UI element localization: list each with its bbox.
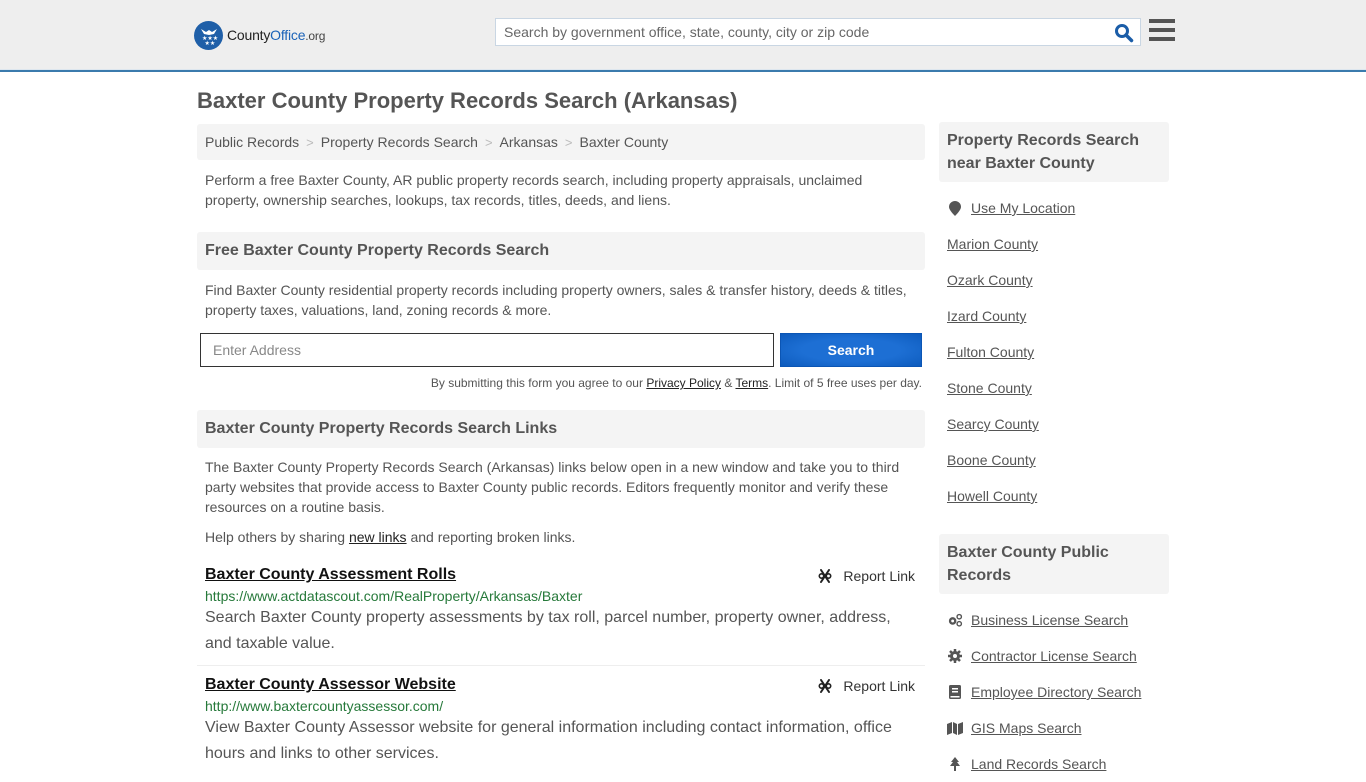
tree-icon [947,756,963,772]
breadcrumb-baxter-county[interactable]: Baxter County [579,134,668,150]
broken-link-icon [818,679,832,693]
gear-icon [947,648,963,664]
resource-link-url: https://www.actdatascout.com/RealPropert… [205,588,583,604]
intro-text: Perform a free Baxter County, AR public … [205,172,863,208]
public-record-item: Contractor License Search [947,638,1161,674]
links-section-heading: Baxter County Property Records Search Li… [197,410,925,448]
public-records-list: Business License Search Contractor Licen… [939,602,1169,782]
cogs-icon [947,612,963,628]
nearby-county-item: Marion County [947,226,1161,262]
report-link-label: Report Link [843,568,915,584]
use-my-location-link[interactable]: Use My Location [971,200,1075,216]
help-suffix: and reporting broken links. [406,529,576,545]
hamburger-menu-icon[interactable] [1149,19,1175,43]
nearby-county-link[interactable]: Izard County [947,308,1026,324]
logo-part-org: .org [305,29,326,43]
help-prefix: Help others by sharing [205,529,349,545]
terms-link[interactable]: Terms [735,376,768,390]
breadcrumb: Public Records > Property Records Search… [197,124,925,160]
disclaimer-prefix: By submitting this form you agree to our [430,376,647,390]
resource-link-item: Baxter County Assessment Rolls Report Li… [197,566,925,665]
breadcrumb-separator: > [564,134,573,150]
contractor-license-search-link[interactable]: Contractor License Search [971,648,1137,664]
eagle-stars-icon: ★★★ ★★ [194,20,223,50]
nearby-county-link[interactable]: Fulton County [947,344,1034,360]
address-input[interactable] [200,333,774,367]
gis-maps-search-link[interactable]: GIS Maps Search [971,720,1082,736]
nearby-county-link[interactable]: Ozark County [947,272,1033,288]
resource-link-description: Search Baxter County property assessment… [205,609,891,652]
logo-part-county: County [227,27,271,43]
public-record-item: Business License Search [947,602,1161,638]
employee-directory-search-link[interactable]: Employee Directory Search [971,684,1141,700]
global-search-input[interactable] [496,19,1096,45]
disclaimer-suffix: . Limit of 5 free uses per day. [768,376,922,390]
nearby-county-item: Searcy County [947,406,1161,442]
report-link-button[interactable]: Report Link [817,568,915,584]
free-search-heading: Free Baxter County Property Records Sear… [197,232,925,270]
logo-text: CountyOffice.org [227,27,325,43]
new-links-link[interactable]: new links [349,529,407,545]
nearby-county-link[interactable]: Searcy County [947,416,1039,432]
free-search-description: Find Baxter County residential property … [205,282,907,318]
nearby-heading: Property Records Search near Baxter Coun… [939,122,1169,182]
breadcrumb-separator: > [306,134,314,150]
business-license-search-link[interactable]: Business License Search [971,612,1128,628]
address-search-form: Search [197,333,925,367]
site-header: ★★★ ★★ CountyOffice.org [0,0,1366,72]
nearby-county-item: Boone County [947,442,1161,478]
resource-link-url: http://www.baxtercountyassessor.com/ [205,698,444,714]
map-marker-icon [947,200,963,216]
breadcrumb-public-records[interactable]: Public Records [205,134,299,150]
breadcrumb-property-records-search[interactable]: Property Records Search [321,134,478,150]
resource-link-item: Baxter County Assessor Website Report Li… [197,665,925,767]
nearby-county-item: Izard County [947,298,1161,334]
main-content: Public Records > Property Records Search… [197,124,925,767]
resource-link-description: View Baxter County Assessor website for … [205,719,892,762]
nearby-list: Use My Location Marion County Ozark Coun… [939,190,1169,514]
public-records-heading: Baxter County Public Records [939,534,1169,594]
disclaimer-amp: & [721,376,736,390]
links-section-description: The Baxter County Property Records Searc… [205,459,900,515]
nearby-county-link[interactable]: Howell County [947,488,1037,504]
public-record-item: Land Records Search [947,746,1161,782]
land-records-search-link[interactable]: Land Records Search [971,756,1106,772]
address-search-button[interactable]: Search [780,333,922,367]
nearby-county-link[interactable]: Marion County [947,236,1038,252]
breadcrumb-separator: > [484,134,493,150]
logo-part-office: Office [270,27,306,43]
nearby-county-link[interactable]: Boone County [947,452,1036,468]
book-icon [947,684,963,700]
public-record-item: GIS Maps Search [947,710,1161,746]
global-search [495,18,1141,46]
public-record-item: Employee Directory Search [947,674,1161,710]
nearby-county-item: Stone County [947,370,1161,406]
use-location-item: Use My Location [947,190,1161,226]
report-link-button[interactable]: Report Link [817,678,915,694]
search-icon[interactable] [1114,23,1134,43]
broken-link-icon [818,569,832,583]
nearby-county-item: Ozark County [947,262,1161,298]
resource-link-title[interactable]: Baxter County Assessment Rolls [205,566,456,583]
nearby-county-link[interactable]: Stone County [947,380,1032,396]
page-title: Baxter County Property Records Search (A… [197,88,738,113]
privacy-policy-link[interactable]: Privacy Policy [646,376,721,390]
svg-text:★★: ★★ [204,40,215,46]
nearby-county-item: Howell County [947,478,1161,514]
site-logo[interactable]: ★★★ ★★ CountyOffice.org [194,20,325,50]
report-link-label: Report Link [843,678,915,694]
help-text: Help others by sharing new links and rep… [197,527,925,547]
nearby-county-item: Fulton County [947,334,1161,370]
form-disclaimer: By submitting this form you agree to our… [197,376,925,390]
breadcrumb-arkansas[interactable]: Arkansas [500,134,558,150]
resource-link-title[interactable]: Baxter County Assessor Website [205,676,456,693]
map-icon [947,720,963,736]
sidebar: Property Records Search near Baxter Coun… [939,122,1169,782]
